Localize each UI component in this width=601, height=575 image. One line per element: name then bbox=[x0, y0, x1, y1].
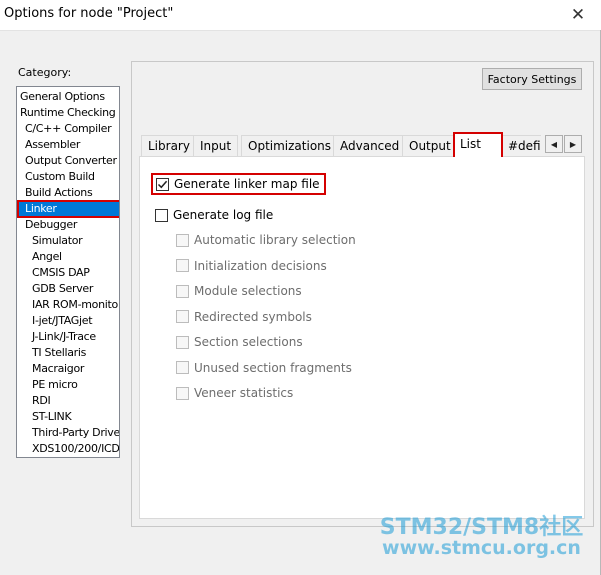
category-item-macraigor[interactable]: Macraigor bbox=[18, 361, 84, 377]
arrow-left-icon: ◀ bbox=[550, 139, 558, 149]
category-item-assembler[interactable]: Assembler bbox=[18, 137, 80, 153]
category-item-build-actions[interactable]: Build Actions bbox=[18, 185, 93, 201]
log-option-module-selections[interactable]: Module selections bbox=[176, 282, 302, 300]
category-item-simulator[interactable]: Simulator bbox=[18, 233, 83, 249]
category-item-st-link[interactable]: ST-LINK bbox=[18, 409, 72, 425]
arrow-right-icon: ▶ bbox=[569, 139, 577, 149]
log-option-label: Unused section fragments bbox=[194, 360, 352, 375]
category-item-ti-stellaris[interactable]: TI Stellaris bbox=[18, 345, 86, 361]
log-option-label: Automatic library selection bbox=[194, 233, 356, 247]
category-item-j-link-j-trace[interactable]: J-Link/J-Trace bbox=[18, 329, 96, 345]
watermark-line-2: www.stmcu.org.cn bbox=[382, 537, 581, 560]
tab-optimizations[interactable]: Optimizations bbox=[241, 135, 339, 157]
generate-log-label: Generate log file bbox=[173, 208, 274, 222]
log-option-checkbox[interactable] bbox=[176, 335, 189, 349]
tab-overflow: #defin bbox=[501, 134, 541, 157]
log-option-checkbox[interactable] bbox=[176, 284, 189, 298]
log-option-automatic-library-selection[interactable]: Automatic library selection bbox=[176, 231, 356, 249]
tab-list[interactable]: List bbox=[453, 132, 503, 157]
log-option-label: Veneer statistics bbox=[194, 386, 294, 400]
factory-settings-button[interactable]: Factory Settings bbox=[482, 68, 582, 90]
tab-defines[interactable]: #defin bbox=[501, 135, 541, 157]
category-item-custom-build[interactable]: Custom Build bbox=[18, 169, 95, 185]
watermark-line-1: STM32/STM8社区 bbox=[379, 515, 584, 540]
category-item-debugger[interactable]: Debugger bbox=[18, 217, 77, 233]
category-item-angel[interactable]: Angel bbox=[18, 249, 62, 265]
log-option-label: Initialization decisions bbox=[194, 258, 327, 273]
generate-map-checkbox[interactable] bbox=[156, 177, 169, 191]
log-option-initialization-decisions[interactable]: Initialization decisions bbox=[176, 257, 327, 275]
category-item-i-jet-jtagjet[interactable]: I-jet/JTAGjet bbox=[18, 313, 93, 329]
watermark: STM32/STM8社区 www.stmcu.org.cn bbox=[369, 516, 594, 559]
category-item-gdb-server[interactable]: GDB Server bbox=[18, 281, 93, 297]
log-option-checkbox[interactable] bbox=[176, 386, 189, 400]
category-item-runtime-checking[interactable]: Runtime Checking bbox=[18, 105, 116, 121]
log-option-section-selections[interactable]: Section selections bbox=[176, 333, 303, 351]
log-option-checkbox[interactable] bbox=[176, 259, 189, 272]
generate-log-checkbox[interactable] bbox=[155, 208, 168, 222]
category-list[interactable]: General Options Runtime Checking C/C++ Com… bbox=[16, 86, 120, 458]
log-option-redirected-symbols[interactable]: Redirected symbols bbox=[176, 308, 312, 326]
log-option-checkbox[interactable] bbox=[176, 233, 189, 247]
category-item-c-c-compiler[interactable]: C/C++ Compiler bbox=[18, 121, 112, 137]
tab-library[interactable]: Library bbox=[141, 135, 197, 157]
category-item-linker[interactable]: Linker bbox=[17, 200, 119, 218]
log-option-checkbox[interactable] bbox=[176, 310, 189, 323]
close-icon: ✕ bbox=[570, 5, 586, 25]
tab-advanced[interactable]: Advanced bbox=[333, 135, 407, 157]
log-option-veneer-statistics[interactable]: Veneer statistics bbox=[176, 384, 293, 402]
category-item-pe-micro[interactable]: PE micro bbox=[18, 377, 78, 393]
close-button[interactable]: ✕ bbox=[555, 0, 601, 30]
title-bar: Options for node "Project" ✕ bbox=[0, 0, 601, 31]
log-option-label: Module selections bbox=[194, 284, 302, 298]
category-item-rdi[interactable]: RDI bbox=[18, 393, 51, 409]
tab-input[interactable]: Input bbox=[193, 135, 239, 157]
category-item-third-party-driver[interactable]: Third-Party Driver bbox=[18, 425, 119, 441]
category-item-general-options[interactable]: General Options bbox=[18, 89, 105, 105]
window-title: Options for node "Project" bbox=[4, 6, 174, 21]
generate-linker-map-option[interactable]: Generate linker map file bbox=[151, 173, 326, 195]
log-option-label: Redirected symbols bbox=[194, 309, 312, 324]
log-option-label: Section selections bbox=[194, 335, 303, 349]
generate-log-option[interactable]: Generate log file bbox=[155, 206, 273, 224]
tab-scroll-right-button[interactable]: ▶ bbox=[564, 135, 582, 153]
tab-output[interactable]: Output bbox=[402, 135, 458, 157]
tab-scroll-left-button[interactable]: ◀ bbox=[545, 135, 563, 153]
log-option-checkbox[interactable] bbox=[176, 361, 189, 374]
category-item-output-converter[interactable]: Output Converter bbox=[18, 153, 117, 169]
category-item-cmsis-dap[interactable]: CMSIS DAP bbox=[18, 265, 90, 281]
category-item-iar-rom-monitor[interactable]: IAR ROM-monitor bbox=[18, 297, 119, 313]
category-label: Category: bbox=[18, 66, 72, 79]
log-option-unused-section-fragments[interactable]: Unused section fragments bbox=[176, 359, 352, 377]
category-item-xds100-200-icdi[interactable]: XDS100/200/ICDI bbox=[18, 441, 119, 457]
generate-map-label: Generate linker map file bbox=[174, 177, 320, 191]
